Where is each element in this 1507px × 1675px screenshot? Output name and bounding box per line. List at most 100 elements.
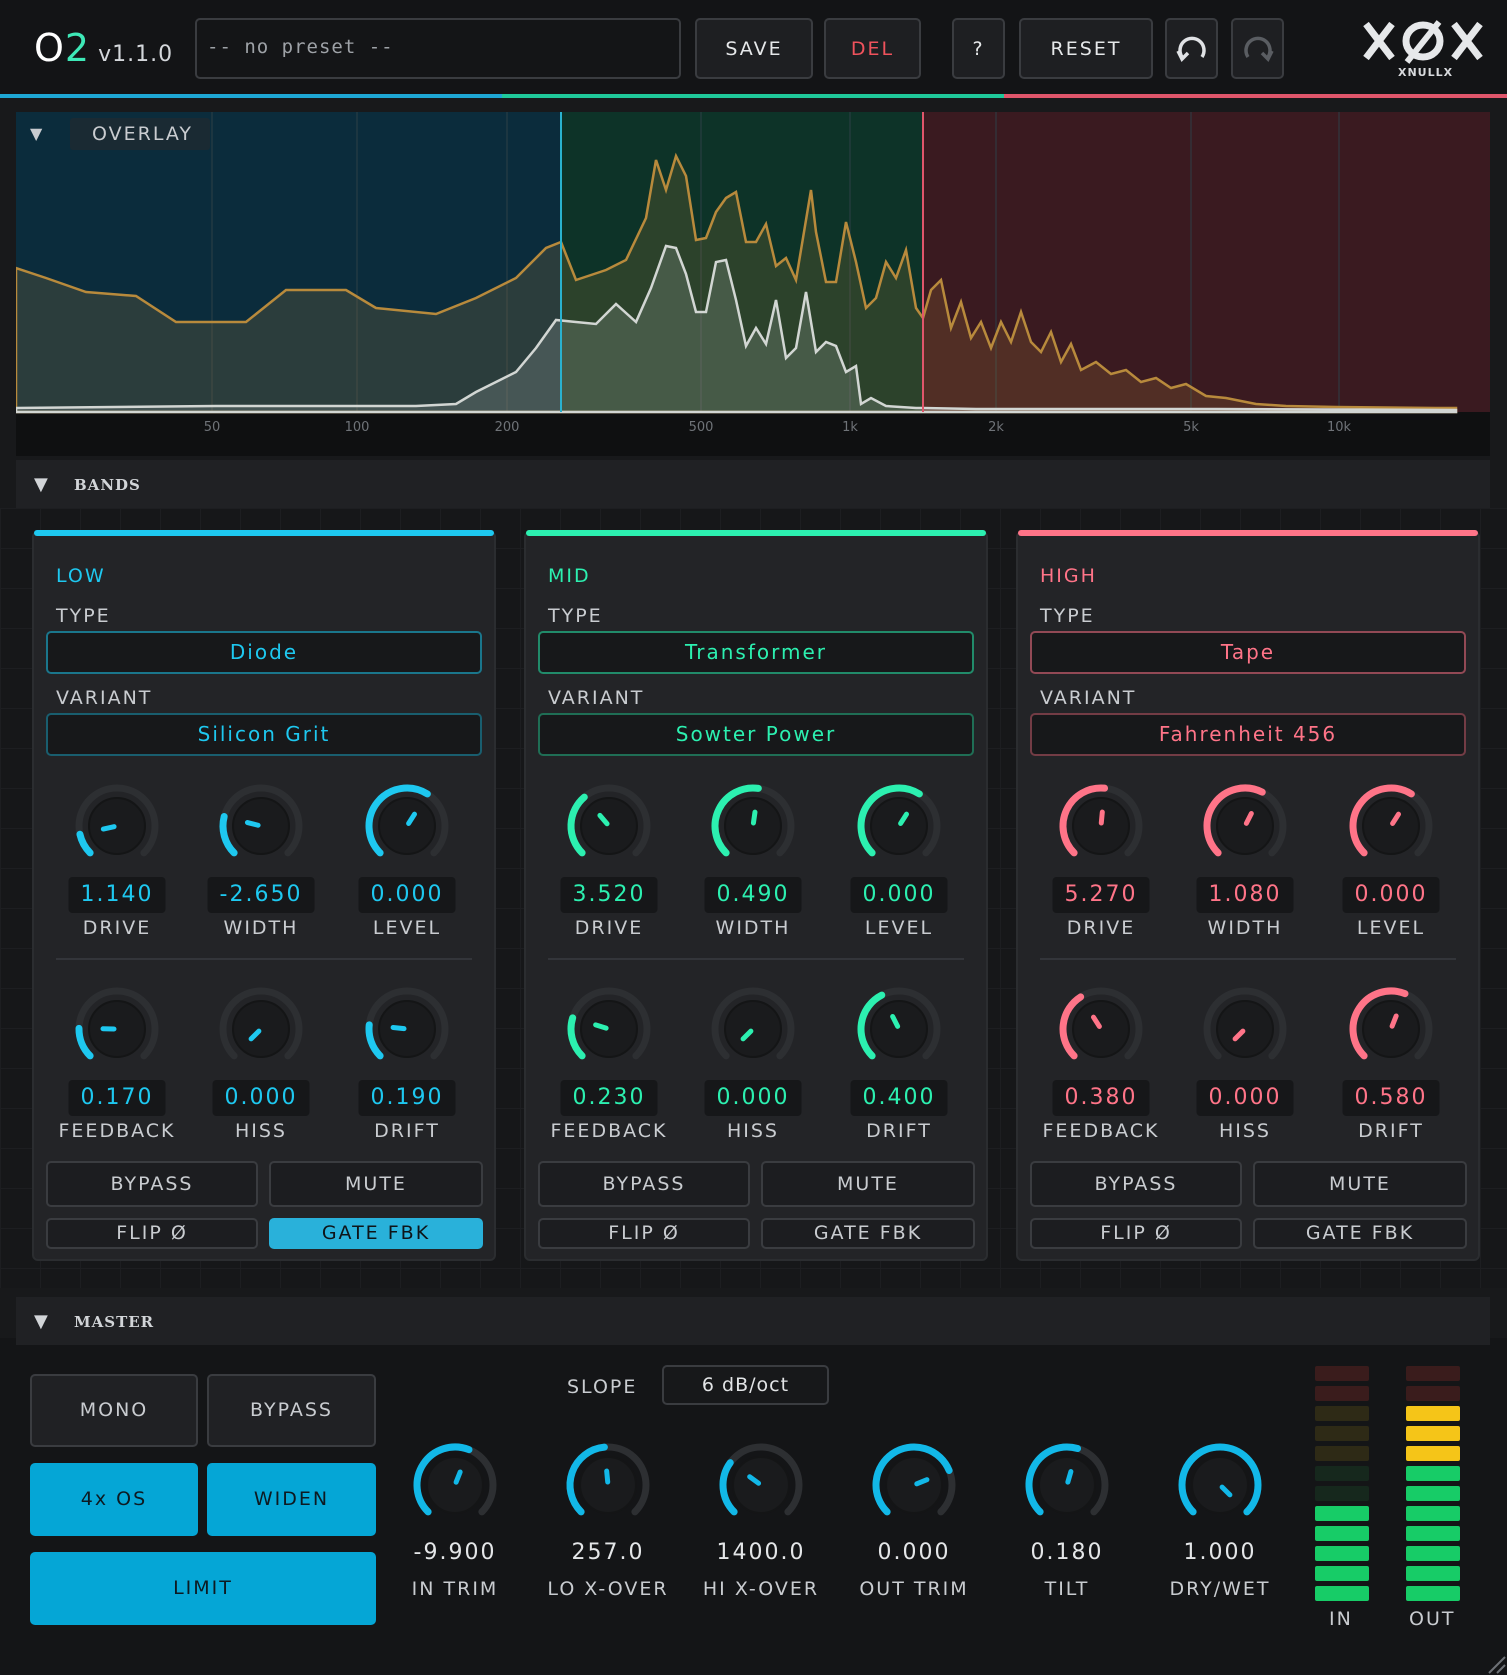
knob-dial[interactable]: [563, 1440, 653, 1530]
master-knob-hi-x-over[interactable]: 1400.0 HI X-OVER: [686, 1440, 836, 1610]
knob-value[interactable]: 1.080: [1196, 877, 1294, 913]
knob-dial[interactable]: [1200, 984, 1290, 1074]
knob-value[interactable]: 0.170: [68, 1080, 166, 1116]
mono-button[interactable]: MONO: [30, 1374, 198, 1447]
knob-drive[interactable]: 3.520 DRIVE: [539, 781, 679, 961]
knob-dial[interactable]: [854, 984, 944, 1074]
band-mute-button[interactable]: MUTE: [269, 1161, 483, 1207]
knob-dial[interactable]: [869, 1440, 959, 1530]
knob-value[interactable]: 3.520: [560, 877, 658, 913]
type-select[interactable]: Transformer: [538, 631, 974, 674]
knob-value[interactable]: 0.000: [839, 1540, 989, 1565]
master-knob-out-trim[interactable]: 0.000 OUT TRIM: [839, 1440, 989, 1610]
spectrum-graph[interactable]: [16, 112, 1490, 456]
knob-feedback[interactable]: 0.380 FEEDBACK: [1031, 984, 1171, 1164]
flip-phase-button[interactable]: FLIP Ø: [46, 1218, 258, 1249]
knob-dial[interactable]: [1346, 781, 1436, 871]
knob-value[interactable]: 257.0: [533, 1540, 683, 1565]
spectrum-overlay[interactable]: ▼ OVERLAY 50 100 200 500 1k 2k 5k 10k: [16, 112, 1490, 456]
knob-value[interactable]: 0.000: [358, 877, 456, 913]
knob-value[interactable]: 0.230: [560, 1080, 658, 1116]
knob-value[interactable]: 1.140: [68, 877, 166, 913]
knob-level[interactable]: 0.000 LEVEL: [337, 781, 477, 961]
slope-select[interactable]: 6 dB/oct: [662, 1365, 829, 1405]
limit-button[interactable]: LIMIT: [30, 1552, 376, 1625]
overlay-label[interactable]: OVERLAY: [70, 118, 210, 150]
bands-collapse-icon[interactable]: ▼: [34, 474, 48, 495]
undo-button[interactable]: [1165, 18, 1218, 79]
knob-dial[interactable]: [708, 984, 798, 1074]
gate-feedback-button[interactable]: GATE FBK: [269, 1218, 483, 1249]
gate-feedback-button[interactable]: GATE FBK: [761, 1218, 975, 1249]
flip-phase-button[interactable]: FLIP Ø: [1030, 1218, 1242, 1249]
master-collapse-icon[interactable]: ▼: [34, 1311, 48, 1332]
knob-value[interactable]: -9.900: [380, 1540, 530, 1565]
knob-value[interactable]: 0.490: [704, 877, 802, 913]
help-button[interactable]: ?: [952, 18, 1005, 79]
knob-dial[interactable]: [216, 984, 306, 1074]
oversampling-button[interactable]: 4x OS: [30, 1463, 198, 1536]
knob-drive[interactable]: 1.140 DRIVE: [47, 781, 187, 961]
widen-button[interactable]: WIDEN: [207, 1463, 376, 1536]
master-knob-dry-wet[interactable]: 1.000 DRY/WET: [1145, 1440, 1295, 1610]
knob-hiss[interactable]: 0.000 HISS: [191, 984, 331, 1164]
knob-value[interactable]: 0.000: [704, 1080, 802, 1116]
knob-dial[interactable]: [1022, 1440, 1112, 1530]
knob-dial[interactable]: [1175, 1440, 1265, 1530]
knob-value[interactable]: 0.000: [850, 877, 948, 913]
knob-value[interactable]: 0.000: [212, 1080, 310, 1116]
knob-drift[interactable]: 0.400 DRIFT: [829, 984, 969, 1164]
knob-dial[interactable]: [362, 781, 452, 871]
knob-dial[interactable]: [854, 781, 944, 871]
flip-phase-button[interactable]: FLIP Ø: [538, 1218, 750, 1249]
variant-select[interactable]: Silicon Grit: [46, 713, 482, 756]
resize-handle-icon[interactable]: [1479, 1647, 1507, 1675]
knob-dial[interactable]: [1056, 984, 1146, 1074]
band-bypass-button[interactable]: BYPASS: [1030, 1161, 1242, 1207]
bands-section-header[interactable]: ▼ BANDS: [16, 460, 1490, 508]
type-select[interactable]: Diode: [46, 631, 482, 674]
knob-width[interactable]: 1.080 WIDTH: [1175, 781, 1315, 961]
band-mute-button[interactable]: MUTE: [1253, 1161, 1467, 1207]
knob-value[interactable]: 0.000: [1196, 1080, 1294, 1116]
knob-feedback[interactable]: 0.170 FEEDBACK: [47, 984, 187, 1164]
knob-dial[interactable]: [72, 984, 162, 1074]
band-mute-button[interactable]: MUTE: [761, 1161, 975, 1207]
knob-drift[interactable]: 0.580 DRIFT: [1321, 984, 1461, 1164]
knob-hiss[interactable]: 0.000 HISS: [683, 984, 823, 1164]
save-button[interactable]: SAVE: [695, 18, 813, 79]
band-bypass-button[interactable]: BYPASS: [538, 1161, 750, 1207]
knob-dial[interactable]: [1056, 781, 1146, 871]
knob-feedback[interactable]: 0.230 FEEDBACK: [539, 984, 679, 1164]
knob-dial[interactable]: [716, 1440, 806, 1530]
knob-value[interactable]: 0.000: [1342, 877, 1440, 913]
knob-drift[interactable]: 0.190 DRIFT: [337, 984, 477, 1164]
knob-width[interactable]: -2.650 WIDTH: [191, 781, 331, 961]
variant-select[interactable]: Sowter Power: [538, 713, 974, 756]
knob-value[interactable]: 1400.0: [686, 1540, 836, 1565]
knob-dial[interactable]: [1346, 984, 1436, 1074]
master-knob-lo-x-over[interactable]: 257.0 LO X-OVER: [533, 1440, 683, 1610]
knob-dial[interactable]: [708, 781, 798, 871]
knob-dial[interactable]: [1200, 781, 1290, 871]
knob-dial[interactable]: [410, 1440, 500, 1530]
knob-value[interactable]: 1.000: [1145, 1540, 1295, 1565]
gate-feedback-button[interactable]: GATE FBK: [1253, 1218, 1467, 1249]
knob-dial[interactable]: [564, 984, 654, 1074]
knob-drive[interactable]: 5.270 DRIVE: [1031, 781, 1171, 961]
knob-value[interactable]: -2.650: [207, 877, 315, 913]
master-section-header[interactable]: ▼ MASTER: [16, 1297, 1490, 1345]
knob-dial[interactable]: [564, 781, 654, 871]
knob-level[interactable]: 0.000 LEVEL: [1321, 781, 1461, 961]
knob-value[interactable]: 0.400: [850, 1080, 948, 1116]
knob-value[interactable]: 0.190: [358, 1080, 456, 1116]
overlay-collapse-icon[interactable]: ▼: [30, 124, 42, 143]
reset-button[interactable]: RESET: [1019, 18, 1153, 79]
preset-selector[interactable]: -- no preset --: [195, 18, 681, 79]
master-bypass-button[interactable]: BYPASS: [207, 1374, 376, 1447]
redo-button[interactable]: [1231, 18, 1284, 79]
band-bypass-button[interactable]: BYPASS: [46, 1161, 258, 1207]
variant-select[interactable]: Fahrenheit 456: [1030, 713, 1466, 756]
knob-value[interactable]: 0.580: [1342, 1080, 1440, 1116]
knob-hiss[interactable]: 0.000 HISS: [1175, 984, 1315, 1164]
